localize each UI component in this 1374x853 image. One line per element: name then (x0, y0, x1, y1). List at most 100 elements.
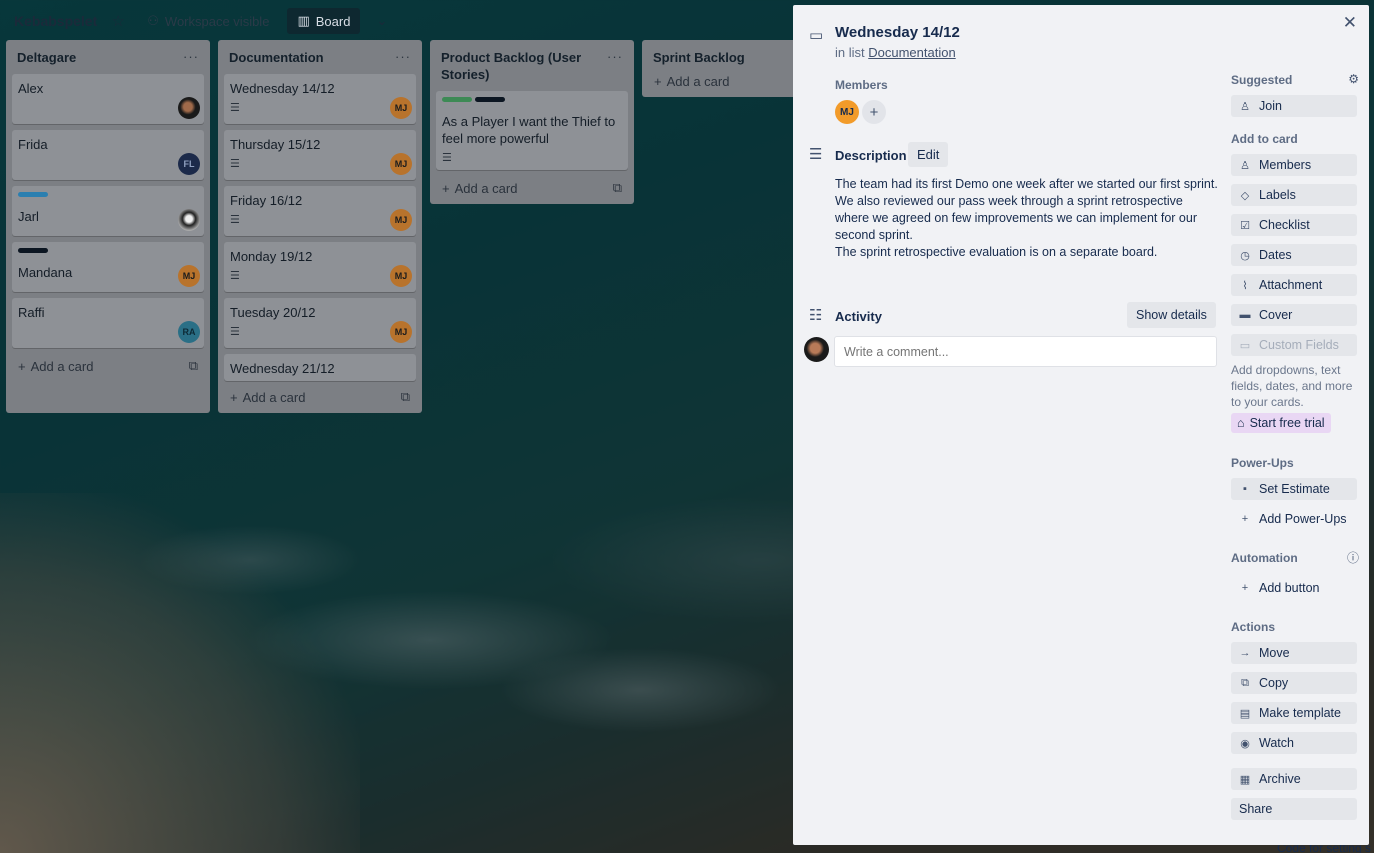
members-label: Members (835, 78, 888, 92)
clock-icon: ◷ (1240, 249, 1250, 262)
card[interactable]: Tuesday 20/12 ☰ MJ (224, 298, 416, 348)
actions-heading: Actions (1231, 620, 1276, 634)
info-icon[interactable]: ⓘ (1347, 549, 1359, 566)
cover-icon: ▬ (1239, 309, 1251, 321)
show-details-button[interactable]: Show details (1127, 302, 1216, 328)
avatar: RA (178, 321, 200, 343)
comment-input[interactable] (834, 336, 1217, 367)
add-card-button[interactable]: + Add a card ⧉ (436, 176, 628, 198)
card-label-black (475, 97, 505, 102)
template-icon[interactable]: ⧉ (189, 358, 198, 374)
move-button[interactable]: → Move (1231, 642, 1357, 664)
description-title: Description (835, 148, 907, 163)
attachment-button[interactable]: ⌇ Attachment (1231, 274, 1357, 296)
archive-label: Archive (1259, 772, 1301, 786)
description-icon: ☰ (442, 152, 452, 164)
board-lists: Deltagare ··· Alex Frida FL Jarl Mandana… (6, 40, 802, 413)
card-title: Thursday 15/12 (230, 137, 321, 152)
make-template-label: Make template (1259, 706, 1341, 720)
template-icon[interactable]: ⧉ (613, 180, 622, 196)
card[interactable]: Mandana MJ (12, 242, 204, 292)
visibility-label: Workspace visible (164, 13, 270, 29)
add-powerups-button[interactable]: + Add Power-Ups (1231, 508, 1357, 530)
description-line: We also reviewed our pass week through a… (835, 194, 1197, 242)
workspace-icon: ⚇ (147, 13, 159, 28)
list-header: Deltagare ··· (12, 46, 204, 74)
add-to-card-heading: Add to card (1231, 132, 1298, 146)
watch-button[interactable]: ◉ Watch (1231, 732, 1357, 754)
share-button[interactable]: Share (1231, 798, 1357, 820)
archive-button[interactable]: ▦ Archive (1231, 768, 1357, 790)
template-icon[interactable]: ⧉ (401, 389, 410, 405)
list-title[interactable]: Deltagare (17, 49, 76, 66)
start-free-trial-button[interactable]: ⌂ Start free trial (1231, 413, 1331, 433)
card[interactable]: Jarl (12, 186, 204, 236)
custom-fields-button[interactable]: ▭ Custom Fields (1231, 334, 1357, 356)
add-card-label: Add a card (454, 180, 518, 196)
add-card-button[interactable]: + Add a card (648, 74, 796, 91)
card[interactable]: Wednesday 14/12 ☰ MJ (224, 74, 416, 124)
avatar (178, 97, 200, 119)
copy-button[interactable]: ⧉ Copy (1231, 672, 1357, 694)
in-list-link[interactable]: Documentation (868, 45, 955, 60)
members-button[interactable]: ♙ Members (1231, 154, 1357, 176)
visibility-button[interactable]: ⚇ Workspace visible (139, 9, 277, 33)
more-icon[interactable]: ··· (183, 49, 199, 64)
add-button-button[interactable]: + Add button (1231, 577, 1357, 599)
suggested-heading: Suggested (1231, 73, 1293, 87)
description-icon: ☰ (230, 270, 240, 282)
more-icon[interactable]: ··· (395, 49, 411, 64)
card[interactable]: Frida FL (12, 130, 204, 180)
add-card-button[interactable]: + Add a card ⧉ (224, 385, 416, 407)
set-estimate-button[interactable]: ▪ Set Estimate (1231, 478, 1357, 500)
plus-icon: + (230, 389, 238, 405)
set-estimate-label: Set Estimate (1259, 482, 1330, 496)
card-title[interactable]: Wednesday 14/12 (835, 24, 960, 41)
card[interactable]: Monday 19/12 ☰ MJ (224, 242, 416, 292)
checklist-label: Checklist (1259, 218, 1310, 232)
add-member-icon[interactable]: + (862, 100, 886, 124)
join-button[interactable]: ♙ Join (1231, 95, 1357, 117)
card[interactable]: Wednesday 21/12 (224, 354, 416, 381)
list-title[interactable]: Documentation (229, 49, 324, 66)
cover-button[interactable]: ▬ Cover (1231, 304, 1357, 326)
member-avatar[interactable]: MJ (835, 100, 859, 124)
members-label: Members (1259, 158, 1312, 172)
checklist-button[interactable]: ☑ Checklist (1231, 214, 1357, 236)
card[interactable]: Friday 16/12 ☰ MJ (224, 186, 416, 236)
dates-button[interactable]: ◷ Dates (1231, 244, 1357, 266)
gear-icon[interactable]: ⚙ (1348, 72, 1359, 86)
list-header: Documentation ··· (224, 46, 416, 74)
avatar: FL (178, 153, 200, 175)
add-card-label: Add a card (242, 389, 306, 405)
more-icon[interactable]: ··· (607, 49, 623, 64)
card[interactable]: Thursday 15/12 ☰ MJ (224, 130, 416, 180)
make-template-button[interactable]: ▤ Make template (1231, 702, 1357, 724)
board-title[interactable]: Kebabspelet (14, 13, 97, 29)
labels-button[interactable]: ◇ Labels (1231, 184, 1357, 206)
card[interactable]: Alex (12, 74, 204, 124)
avatar: MJ (390, 97, 412, 119)
close-icon[interactable]: ✕ (1343, 13, 1357, 33)
list-title[interactable]: Product Backlog (User Stories) (441, 49, 607, 83)
card-title: Mandana (18, 265, 73, 280)
list-title[interactable]: Sprint Backlog (653, 49, 745, 66)
chevron-down-icon[interactable]: ⌄ (370, 9, 393, 33)
add-card-button[interactable]: + Add a card ⧉ (12, 354, 204, 376)
board-icon: ▥ (297, 13, 310, 28)
card-title: Jarl (18, 209, 39, 224)
avatar: MJ (390, 265, 412, 287)
card-title: Raffi (18, 305, 45, 320)
description-text[interactable]: The team had its first Demo one week aft… (835, 176, 1220, 261)
card[interactable]: Raffi RA (12, 298, 204, 348)
gift-icon: ⌂ (1237, 416, 1245, 430)
custom-fields-note: Add dropdowns, text fields, dates, and m… (1231, 363, 1353, 409)
card[interactable]: As a Player I want the Thief to feel mor… (436, 91, 628, 170)
join-label: Join (1259, 99, 1282, 113)
card-icon: ▭ (809, 27, 824, 44)
edit-description-button[interactable]: Edit (908, 142, 949, 167)
board-view-button[interactable]: ▥ Board (287, 8, 361, 34)
dates-label: Dates (1259, 248, 1292, 262)
board-header: Kebabspelet ☆ ⚇ Workspace visible ▥ Boar… (0, 0, 793, 42)
star-icon[interactable]: ☆ (107, 12, 129, 30)
